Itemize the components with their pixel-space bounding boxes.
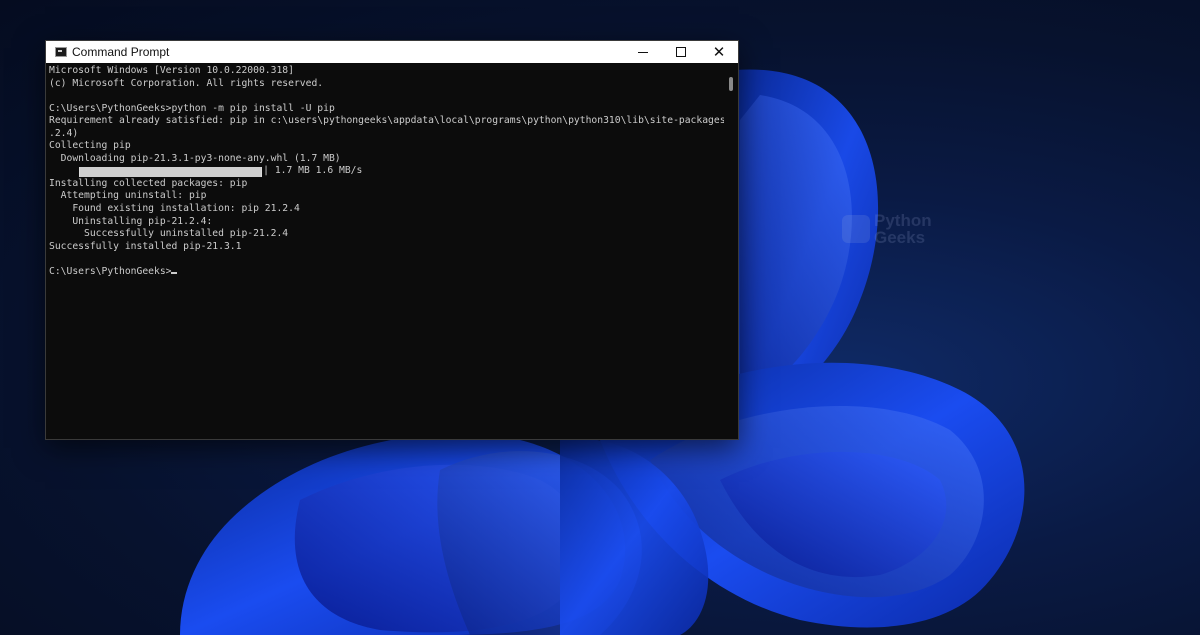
download-progress-line: | 1.7 MB 1.6 MB/s <box>49 165 724 178</box>
command-prompt-window: Command Prompt ✕ Microsoft Windows [Vers… <box>45 40 739 440</box>
console-line: Microsoft Windows [Version 10.0.22000.31… <box>49 65 294 76</box>
cmd-app-icon[interactable] <box>55 47 67 57</box>
maximize-button[interactable] <box>662 41 700 63</box>
watermark-brand-bottom: Geeks <box>874 228 926 247</box>
window-title: Command Prompt <box>72 45 170 59</box>
console-line: .2.4) <box>49 127 79 139</box>
window-controls: ✕ <box>624 41 738 63</box>
console-line: Found existing installation: pip 21.2.4 <box>49 203 300 215</box>
watermark-logo: Python Geeks <box>842 212 932 246</box>
python-geeks-logo-icon <box>842 215 870 243</box>
scrollbar-thumb[interactable] <box>729 77 733 91</box>
console-line: Collecting pip <box>49 140 131 152</box>
minimize-button[interactable] <box>624 41 662 63</box>
text-cursor <box>171 271 178 274</box>
close-icon: ✕ <box>712 43 726 61</box>
console-line: C:\Users\PythonGeeks> <box>49 266 724 279</box>
download-progress-bar <box>79 166 263 177</box>
console-line: Downloading pip-21.3.1-py3-none-any.whl … <box>49 152 341 164</box>
console-line: Installing collected packages: pip <box>49 177 248 189</box>
console-line: (c) Microsoft Corporation. All rights re… <box>49 77 324 89</box>
console-line: Successfully uninstalled pip-21.2.4 <box>49 228 289 240</box>
console-output[interactable]: Microsoft Windows [Version 10.0.22000.31… <box>46 63 724 439</box>
console-line: Uninstalling pip-21.2.4: <box>49 215 213 227</box>
console-line: Successfully installed pip-21.3.1 <box>49 240 242 252</box>
vertical-scrollbar[interactable] <box>724 63 738 439</box>
download-progress-fill <box>80 166 262 177</box>
download-progress-status: | 1.7 MB 1.6 MB/s <box>263 165 363 177</box>
watermark-brand-top: Python <box>874 211 932 230</box>
title-bar[interactable]: Command Prompt ✕ <box>46 41 738 63</box>
console-line: Attempting uninstall: pip <box>49 190 207 202</box>
console-line: C:\Users\PythonGeeks>python -m pip insta… <box>49 102 335 114</box>
close-button[interactable]: ✕ <box>700 41 738 63</box>
console-line: Requirement already satisfied: pip in c:… <box>49 115 724 127</box>
minimize-icon <box>638 51 648 53</box>
maximize-icon <box>676 47 686 57</box>
